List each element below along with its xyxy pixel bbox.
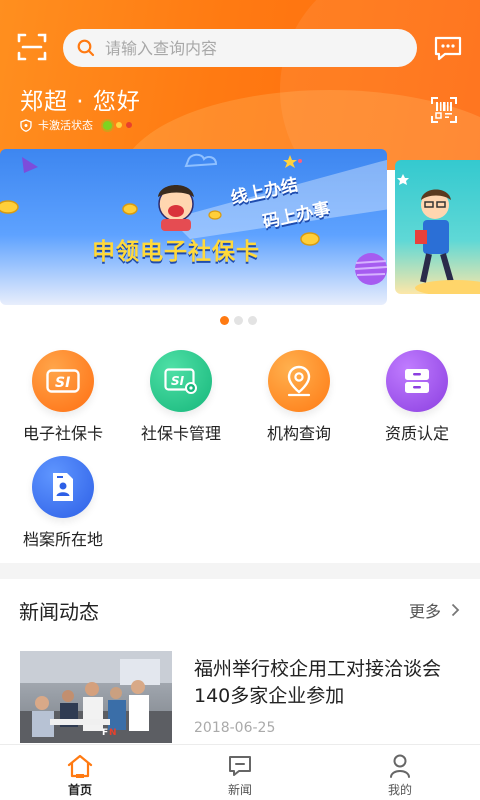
banner-title: 申领电子社保卡 [92, 239, 260, 265]
service-card-manage[interactable]: SI 社保卡管理 [126, 350, 236, 444]
card-status[interactable]: 卡激活状态 [20, 117, 136, 133]
file-person-icon [32, 456, 94, 518]
tab-news[interactable]: 新闻 [160, 745, 320, 800]
barcode-icon[interactable] [430, 96, 458, 124]
banner-illustration [0, 153, 387, 285]
news-section-title: 新闻动态 [19, 600, 99, 624]
banner-illustration [397, 174, 480, 294]
service-label: 电子社保卡 [22, 424, 103, 443]
shield-icon [20, 118, 32, 132]
svg-text:SI: SI [55, 375, 70, 391]
news-header: 新闻动态 更多 [0, 579, 480, 637]
service-label: 档案所在地 [22, 530, 103, 549]
news-photo: F N [20, 651, 172, 743]
svg-text:N: N [109, 728, 117, 738]
home-icon [67, 754, 93, 778]
tab-label: 新闻 [227, 783, 252, 797]
tab-label: 首页 [67, 783, 92, 797]
service-label: 社保卡管理 [140, 424, 221, 443]
pager-dot [234, 316, 243, 325]
tab-label: 我的 [387, 783, 412, 797]
svg-text:F: F [102, 728, 108, 738]
user-icon [390, 754, 410, 778]
scan-icon[interactable] [16, 31, 48, 63]
search-input[interactable] [105, 38, 385, 58]
message-icon[interactable] [433, 33, 463, 63]
status-indicator [103, 120, 136, 130]
chevron-right-icon [451, 603, 460, 617]
service-org-query[interactable]: 机构查询 [244, 350, 354, 444]
archive-box-icon [386, 350, 448, 412]
section-divider [0, 563, 480, 579]
banner-pager [220, 316, 257, 325]
greeting-text: 郑超 · 您好 [20, 89, 141, 115]
social-card-icon: SI [32, 350, 94, 412]
more-label: 更多 [408, 602, 441, 621]
news-date: 2018-06-25 [194, 720, 276, 736]
banner-slide[interactable]: 线上办结 码上办事 申领电子社保卡 [0, 149, 387, 305]
bottom-tab-bar: 首页 新闻 我的 [0, 744, 480, 800]
banner-carousel[interactable]: 线上办结 码上办事 申领电子社保卡 [0, 148, 480, 313]
tab-home[interactable]: 首页 [0, 745, 160, 800]
news-more-link[interactable]: 更多 [409, 598, 460, 622]
banner-slide-next[interactable] [395, 160, 480, 294]
service-electronic-card[interactable]: SI 电子社保卡 [8, 350, 118, 444]
news-thumbnail: F N [20, 651, 172, 743]
pager-dot [248, 316, 257, 325]
service-archive-location[interactable]: 档案所在地 [8, 456, 118, 550]
news-list-item[interactable]: F N 福州举行校企用工对接洽谈会 140多家企业参加 2018-06-25 [0, 648, 480, 748]
service-grid: SI 电子社保卡 SI 社保卡管理 机构查询 资质认定 档案所在地 [0, 350, 480, 560]
location-pin-icon [268, 350, 330, 412]
svg-text:SI: SI [171, 374, 185, 388]
service-qualification[interactable]: 资质认定 [362, 350, 472, 444]
search-bar[interactable] [63, 29, 417, 67]
search-icon [77, 39, 95, 57]
service-label: 机构查询 [266, 424, 331, 443]
card-status-label: 卡激活状态 [38, 119, 93, 132]
tab-mine[interactable]: 我的 [320, 745, 480, 800]
news-headline: 福州举行校企用工对接洽谈会 140多家企业参加 [194, 658, 461, 707]
service-label: 资质认定 [384, 424, 449, 443]
pager-dot [220, 316, 229, 325]
card-manage-icon: SI [150, 350, 212, 412]
header: 郑超 · 您好 卡激活状态 [0, 0, 480, 170]
news-chat-icon [229, 756, 251, 776]
